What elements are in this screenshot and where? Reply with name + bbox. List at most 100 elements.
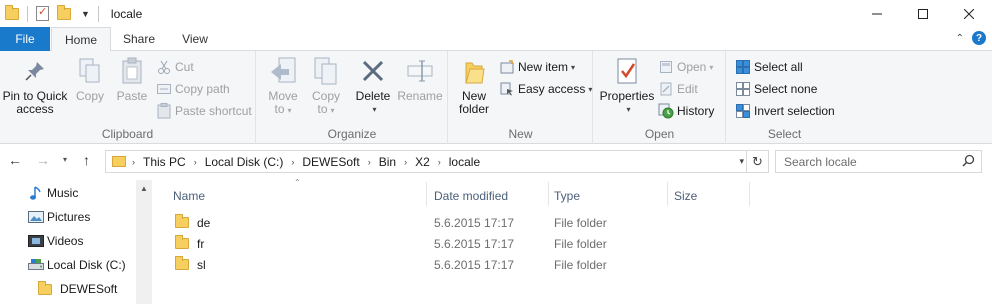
- delete-dropdown-icon[interactable]: ▾: [372, 103, 376, 116]
- copy-to-button[interactable]: Copy to ▾: [307, 55, 345, 117]
- file-row[interactable]: de 5.6.2015 17:17 File folder: [152, 212, 712, 233]
- column-divider[interactable]: [667, 182, 668, 206]
- breadcrumb-local-disk[interactable]: Local Disk (C:): [205, 155, 284, 169]
- tab-home[interactable]: Home: [51, 27, 111, 52]
- tab-share[interactable]: Share: [113, 27, 165, 51]
- select-all-button[interactable]: Select all: [735, 57, 803, 77]
- pin-to-quick-access-button[interactable]: Pin to Quick access: [2, 55, 68, 116]
- breadcrumb-dewesoft[interactable]: DEWESoft: [302, 155, 359, 169]
- paste-button[interactable]: Paste: [112, 55, 152, 103]
- breadcrumb-x2[interactable]: X2: [415, 155, 430, 169]
- new-folder-icon[interactable]: [57, 4, 71, 20]
- navigation-pane: Music Pictures Videos Local Disk (C:) DE…: [0, 180, 152, 304]
- nav-item-music[interactable]: Music: [28, 182, 78, 204]
- column-divider[interactable]: [749, 182, 750, 206]
- column-header-size[interactable]: Size: [674, 186, 697, 206]
- open-icon: [658, 59, 674, 75]
- folder-icon: [175, 214, 189, 228]
- copy-path-button[interactable]: Copy path: [156, 79, 230, 99]
- open-button[interactable]: Open ▾: [658, 57, 713, 77]
- group-label-open: Open: [644, 127, 675, 141]
- select-none-icon: [735, 81, 751, 97]
- address-bar[interactable]: › This PC › Local Disk (C:) › DEWESoft ›…: [105, 150, 769, 173]
- select-none-button[interactable]: Select none: [735, 79, 817, 99]
- easy-access-button[interactable]: Easy access ▾: [499, 79, 592, 99]
- maximize-icon: [918, 8, 928, 19]
- file-list: ⌃ Name Date modified Type Size de 5.6.20…: [152, 178, 992, 304]
- sort-caret-icon: ⌃: [294, 178, 301, 187]
- cut-label: Cut: [175, 60, 194, 74]
- rename-button[interactable]: Rename: [397, 55, 443, 103]
- forward-arrow-icon[interactable]: →: [36, 152, 50, 168]
- navigation-pane-scrollbar[interactable]: ▲: [136, 180, 152, 304]
- maximize-button[interactable]: [900, 0, 946, 27]
- new-folder-button[interactable]: New folder: [455, 55, 493, 116]
- drive-icon: [28, 257, 44, 273]
- back-arrow-icon[interactable]: ←: [8, 152, 22, 168]
- copy-button[interactable]: Copy: [72, 55, 108, 103]
- group-organize: Move to ▾ Copy to ▾ Delete ▾ Rename Organi…: [257, 51, 448, 144]
- minimize-icon: [872, 13, 882, 14]
- column-divider[interactable]: [426, 182, 427, 206]
- delete-label: Delete: [355, 89, 391, 103]
- invert-selection-button[interactable]: Invert selection: [735, 101, 835, 121]
- move-to-icon: [267, 55, 299, 87]
- tab-file[interactable]: File: [0, 27, 50, 51]
- edit-button[interactable]: Edit: [658, 79, 698, 99]
- new-item-button[interactable]: New item ▾: [499, 57, 575, 77]
- history-icon: [658, 103, 674, 119]
- file-row[interactable]: fr 5.6.2015 17:17 File folder: [152, 233, 712, 254]
- nav-item-videos[interactable]: Videos: [28, 230, 83, 252]
- search-icon[interactable]: [962, 154, 975, 170]
- nav-item-local-disk[interactable]: Local Disk (C:): [28, 254, 126, 276]
- paste-shortcut-icon: [156, 103, 172, 119]
- refresh-icon[interactable]: ↻: [746, 151, 768, 172]
- delete-button[interactable]: Delete ▾: [353, 55, 393, 116]
- up-arrow-icon[interactable]: ↑: [83, 152, 90, 168]
- close-button[interactable]: [946, 0, 992, 27]
- customize-quick-access-icon[interactable]: ▼: [81, 9, 90, 19]
- search-box[interactable]: Search locale: [775, 150, 982, 173]
- column-divider[interactable]: [548, 182, 549, 206]
- chevron-right-icon[interactable]: ›: [132, 157, 135, 167]
- breadcrumb-bin[interactable]: Bin: [379, 155, 396, 169]
- tab-view[interactable]: View: [169, 27, 221, 51]
- file-name: fr: [197, 236, 205, 251]
- column-header-name[interactable]: Name: [173, 186, 205, 206]
- breadcrumb-locale[interactable]: locale: [449, 155, 480, 169]
- chevron-right-icon[interactable]: ›: [194, 157, 197, 167]
- column-header-type[interactable]: Type: [554, 186, 580, 206]
- scroll-up-icon[interactable]: ▲: [136, 184, 152, 193]
- minimize-ribbon-icon[interactable]: ⌃: [956, 33, 964, 44]
- new-item-label: New item: [518, 60, 569, 74]
- history-button[interactable]: History: [658, 101, 714, 121]
- minimize-button[interactable]: [854, 0, 900, 27]
- file-row[interactable]: sl 5.6.2015 17:17 File folder: [152, 254, 712, 275]
- properties-icon[interactable]: [36, 5, 49, 21]
- group-label-organize: Organize: [327, 127, 377, 141]
- chevron-right-icon[interactable]: ›: [404, 157, 407, 167]
- scissors-icon: [156, 59, 172, 75]
- recent-locations-icon[interactable]: ▾: [63, 155, 67, 164]
- cut-button[interactable]: Cut: [156, 57, 194, 77]
- open-label: Open: [677, 60, 707, 74]
- paste-shortcut-button[interactable]: Paste shortcut: [156, 101, 252, 121]
- select-none-label: Select none: [754, 82, 818, 96]
- folder-icon: [38, 280, 52, 295]
- properties-button[interactable]: Properties ▾: [598, 55, 656, 116]
- help-icon[interactable]: ?: [972, 31, 986, 45]
- nav-item-pictures[interactable]: Pictures: [28, 206, 90, 228]
- chevron-right-icon[interactable]: ›: [438, 157, 441, 167]
- column-header-date[interactable]: Date modified: [434, 186, 508, 206]
- chevron-right-icon[interactable]: ›: [291, 157, 294, 167]
- search-input[interactable]: Search locale: [784, 155, 962, 169]
- nav-item-dewesoft[interactable]: DEWESoft: [38, 278, 117, 300]
- properties-dropdown-icon[interactable]: ▾: [626, 103, 630, 116]
- nav-item-label: Local Disk (C:): [47, 258, 126, 272]
- chevron-right-icon[interactable]: ›: [368, 157, 371, 167]
- ribbon: Pin to Quick access Copy Paste Cut Copy …: [0, 51, 992, 144]
- breadcrumb-this-pc[interactable]: This PC: [143, 155, 186, 169]
- group-select: Select all Select none Invert selection …: [727, 51, 842, 144]
- address-history-icon[interactable]: ▾: [739, 156, 744, 167]
- move-to-button[interactable]: Move to ▾: [263, 55, 303, 117]
